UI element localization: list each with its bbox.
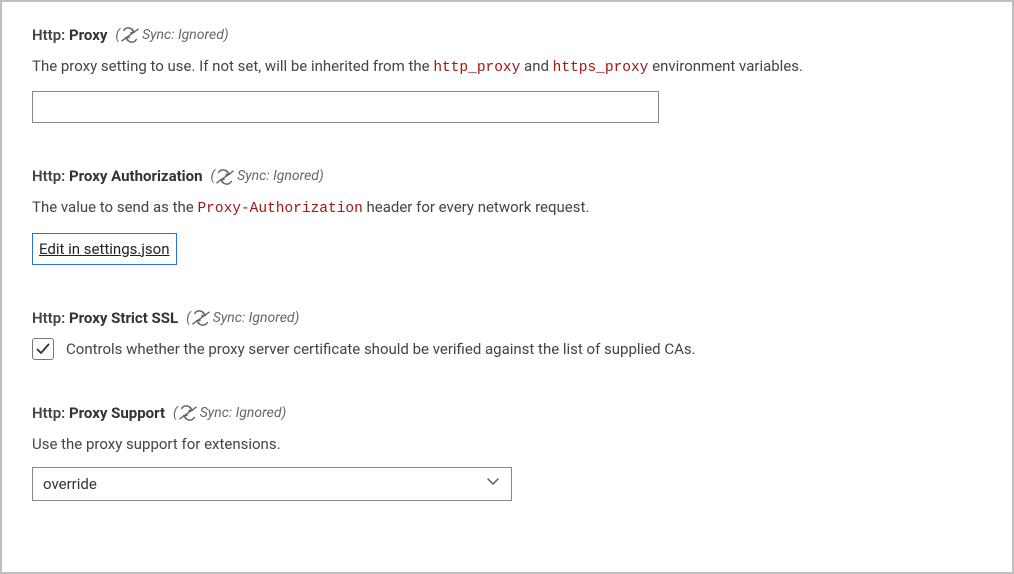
setting-title: Http: Proxy Support: [32, 402, 165, 425]
setting-description: Use the proxy support for extensions.: [32, 433, 982, 456]
code-proxy-authorization: Proxy-Authorization: [197, 201, 362, 217]
setting-http-proxy-authorization: Http: Proxy Authorization ( Sync: Ignore…: [32, 165, 982, 265]
setting-description: The proxy setting to use. If not set, wi…: [32, 55, 982, 80]
sync-label: Sync: Ignored: [213, 308, 295, 329]
setting-title: Http: Proxy Authorization: [32, 165, 203, 188]
check-icon: [35, 341, 51, 357]
chevron-down-icon: [485, 473, 501, 496]
proxy-strict-ssl-checkbox[interactable]: [32, 338, 54, 360]
setting-category: Http: [32, 404, 61, 422]
sync-ignored-badge: ( Sync: Ignored ): [115, 25, 228, 46]
setting-name: Proxy Strict SSL: [69, 309, 178, 327]
setting-description: The value to send as the Proxy-Authoriza…: [32, 196, 982, 221]
proxy-support-select[interactable]: override: [32, 467, 512, 501]
sync-ignored-icon: [192, 310, 210, 326]
code-https-proxy: https_proxy: [553, 60, 649, 76]
setting-title: Http: Proxy Strict SSL: [32, 307, 178, 330]
setting-title-row: Http: Proxy ( Sync: Ignored ): [32, 24, 982, 47]
checkbox-label: Controls whether the proxy server certif…: [66, 338, 696, 361]
sync-label: Sync: Ignored: [200, 403, 282, 424]
setting-http-proxy-strict-ssl: Http: Proxy Strict SSL ( Sync: Ignored ): [32, 307, 982, 360]
sync-ignored-icon: [179, 405, 197, 421]
sync-ignored-badge: ( Sync: Ignored ): [211, 166, 324, 187]
setting-title: Http: Proxy: [32, 24, 107, 47]
setting-http-proxy: Http: Proxy ( Sync: Ignored ) The: [32, 24, 982, 123]
setting-category: Http: [32, 167, 61, 185]
select-value: override: [43, 473, 97, 496]
proxy-input[interactable]: [32, 91, 659, 123]
sync-label: Sync: Ignored: [142, 25, 224, 46]
setting-title-row: Http: Proxy Support ( Sync: Ignored ): [32, 402, 982, 425]
sync-ignored-badge: ( Sync: Ignored ): [186, 308, 299, 329]
setting-category: Http: [32, 309, 61, 327]
setting-category: Http: [32, 26, 61, 44]
code-http-proxy: http_proxy: [433, 60, 520, 76]
sync-ignored-icon: [121, 27, 139, 43]
setting-name: Proxy Support: [69, 404, 165, 422]
sync-ignored-badge: ( Sync: Ignored ): [173, 403, 286, 424]
sync-label: Sync: Ignored: [237, 166, 319, 187]
setting-name: Proxy: [69, 26, 107, 44]
sync-ignored-icon: [216, 169, 234, 185]
setting-title-row: Http: Proxy Authorization ( Sync: Ignore…: [32, 165, 982, 188]
setting-http-proxy-support: Http: Proxy Support ( Sync: Ignored ) Us…: [32, 402, 982, 501]
setting-title-row: Http: Proxy Strict SSL ( Sync: Ignored ): [32, 307, 982, 330]
settings-panel: Http: Proxy ( Sync: Ignored ) The: [0, 0, 1014, 574]
checkbox-row: Controls whether the proxy server certif…: [32, 338, 982, 361]
setting-name: Proxy Authorization: [69, 167, 203, 185]
edit-in-settings-json-link[interactable]: Edit in settings.json: [32, 233, 177, 266]
